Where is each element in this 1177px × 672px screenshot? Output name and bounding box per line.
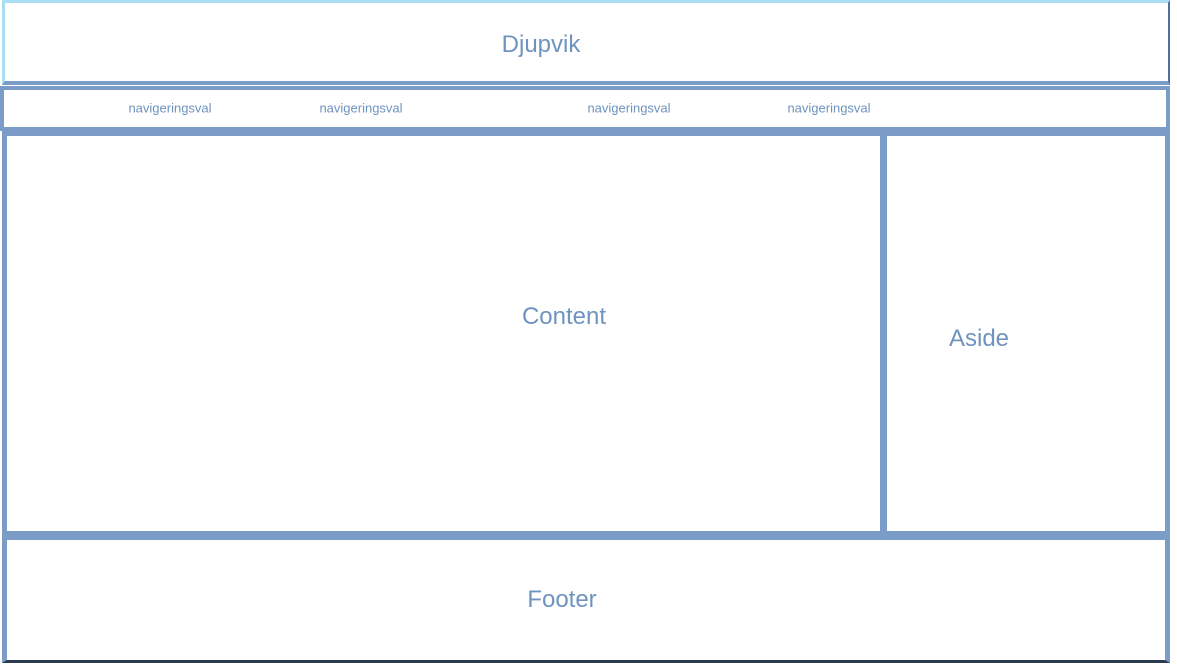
aside-region: Aside bbox=[883, 131, 1170, 536]
footer-label: Footer bbox=[527, 586, 597, 613]
site-title: Djupvik bbox=[501, 31, 581, 58]
nav-item-1[interactable]: navigeringsval bbox=[128, 101, 211, 116]
footer-region: Footer bbox=[2, 535, 1170, 663]
header-region: Djupvik bbox=[2, 0, 1170, 85]
aside-label: Aside bbox=[948, 325, 1010, 352]
nav-item-3[interactable]: navigeringsval bbox=[587, 101, 670, 116]
nav-item-4[interactable]: navigeringsval bbox=[787, 101, 870, 116]
content-region: Content bbox=[2, 131, 885, 536]
navigation-bar: navigeringsval navigeringsval navigering… bbox=[0, 86, 1170, 131]
content-label: Content bbox=[521, 303, 607, 330]
nav-item-2[interactable]: navigeringsval bbox=[319, 101, 402, 116]
